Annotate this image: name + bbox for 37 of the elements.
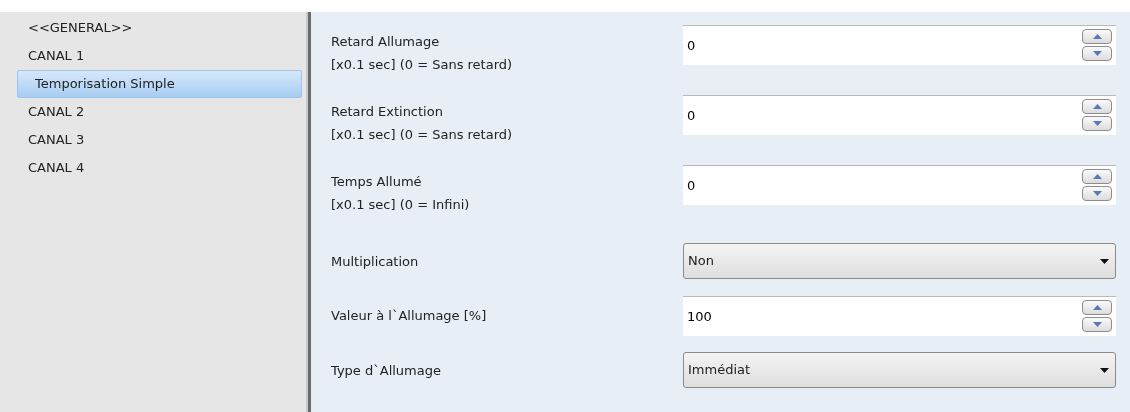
parameter-label: Retard Allumage: [331, 33, 441, 51]
number-field[interactable]: 100: [683, 295, 1116, 336]
decrement-button[interactable]: [1082, 46, 1112, 61]
number-field[interactable]: 0: [683, 165, 1116, 205]
dropdown[interactable]: Immédiat: [683, 352, 1116, 388]
parameter-label: Retard Extinction: [331, 103, 444, 121]
decrement-button[interactable]: [1082, 186, 1112, 201]
up-arrow-icon: [1092, 174, 1102, 179]
tree-item[interactable]: <<GENERAL>>: [17, 14, 302, 42]
parameter-label: Valeur à l`Allumage [%]: [331, 307, 488, 325]
parameter-note: [x0.1 sec] (0 = Infini): [331, 196, 471, 214]
caret-icon: [1100, 367, 1109, 373]
number-field[interactable]: 0: [683, 25, 1116, 65]
up-arrow-icon: [1092, 304, 1102, 310]
tree-item[interactable]: Temporisation Simple: [17, 70, 302, 98]
up-arrow-icon: [1092, 34, 1102, 39]
tree-item[interactable]: CANAL 4: [17, 154, 302, 182]
dropdown[interactable]: Non: [683, 243, 1116, 279]
tree-item[interactable]: CANAL 2: [17, 98, 302, 126]
increment-button[interactable]: [1082, 169, 1112, 184]
number-field[interactable]: 0: [683, 95, 1116, 135]
increment-button[interactable]: [1082, 29, 1112, 44]
parameter-note: [x0.1 sec] (0 = Sans retard): [331, 126, 514, 144]
down-arrow-icon: [1092, 321, 1102, 327]
parameter-label: Multiplication: [331, 252, 420, 271]
down-arrow-icon: [1092, 51, 1102, 56]
parameter-note: [x0.1 sec] (0 = Sans retard): [331, 56, 514, 74]
decrement-button[interactable]: [1082, 116, 1112, 131]
increment-button[interactable]: [1082, 99, 1112, 114]
caret-icon: [1100, 258, 1109, 264]
down-arrow-icon: [1092, 191, 1102, 196]
down-arrow-icon: [1092, 121, 1102, 126]
parameter-label: Temps Allumé: [331, 173, 423, 191]
tree-item[interactable]: CANAL 1: [17, 42, 302, 70]
parameter-label: Type d`Allumage: [331, 361, 442, 380]
up-arrow-icon: [1092, 104, 1102, 109]
tree-item[interactable]: CANAL 3: [17, 126, 302, 154]
